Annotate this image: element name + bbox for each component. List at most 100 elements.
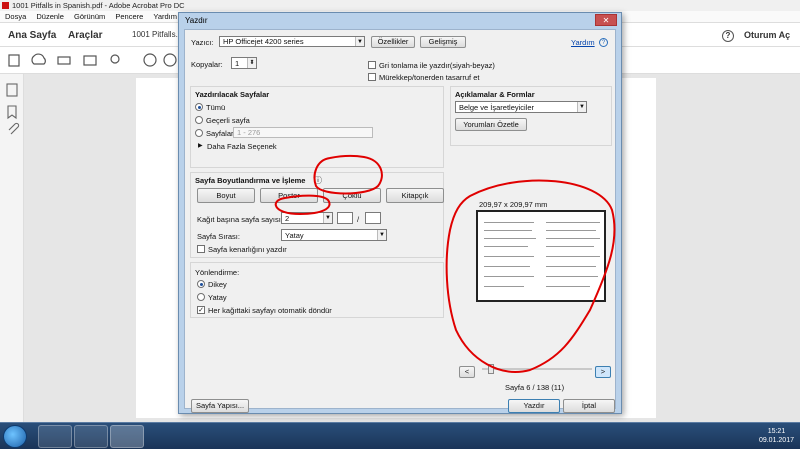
close-icon[interactable]: ✕ <box>595 14 617 26</box>
acrobat-icon <box>2 2 9 9</box>
summarize-comments-button[interactable]: Yorumları Özetle <box>455 118 527 131</box>
search-icon <box>110 54 120 64</box>
preview-text-line <box>484 266 530 267</box>
preview-text-line <box>546 256 600 257</box>
comments-section-title: Açıklamalar & Formlar <box>455 90 535 99</box>
prev-page-button[interactable]: < <box>459 366 475 378</box>
copies-input[interactable]: 1 ⬍ <box>231 57 257 69</box>
preview-page-label: Sayfa 6 / 138 (11) <box>505 383 565 392</box>
copies-label: Kopyalar: <box>191 60 223 69</box>
orientation-section-title: Yönlendirme: <box>195 268 240 277</box>
help-icon[interactable]: ? <box>599 38 608 47</box>
preview-text-line <box>484 222 534 223</box>
comments-select[interactable]: Belge ve İşaretleyiciler ▼ <box>455 101 587 113</box>
properties-button[interactable]: Özellikler <box>371 36 415 48</box>
page-range-input[interactable]: 1 - 276 <box>233 127 373 138</box>
thumbnails-icon <box>6 83 18 97</box>
sign-in-link[interactable]: Oturum Aç <box>744 30 790 40</box>
autorotate-label: Her kağıttaki sayfayı otomatik döndür <box>208 306 332 315</box>
ink-save-checkbox[interactable] <box>368 73 376 81</box>
advanced-button[interactable]: Gelişmiş <box>420 36 466 48</box>
file-explorer-icon[interactable] <box>38 425 72 448</box>
toolbar-icons <box>8 53 177 67</box>
page-setup-button[interactable]: Sayfa Yapısı... <box>191 399 249 413</box>
multiple-button[interactable]: Çoklu <box>323 188 381 203</box>
preview-text-line <box>546 222 600 223</box>
preview-text-line <box>484 286 524 287</box>
grayscale-checkbox[interactable] <box>368 61 376 69</box>
copies-value: 1 <box>235 59 240 68</box>
preview-text-line <box>546 286 590 287</box>
clock[interactable]: 15:21 09.01.2017 <box>759 427 794 445</box>
rows-input[interactable] <box>365 212 381 224</box>
printer-label: Yazıcı: <box>191 38 214 47</box>
cloud-upload-icon <box>31 53 46 65</box>
pages-per-sheet-value: 2 <box>285 214 290 223</box>
menu-file[interactable]: Dosya <box>5 12 26 21</box>
menu-view[interactable]: Görünüm <box>74 12 105 21</box>
chevron-down-icon: ▼ <box>377 230 386 240</box>
help-link[interactable]: Yardım <box>571 38 595 47</box>
printer-select[interactable]: HP Officejet 4200 series ▼ <box>219 36 365 47</box>
navigation-pane <box>0 74 24 422</box>
print-button[interactable]: Yazdır <box>508 399 560 413</box>
sizing-section-title: Sayfa Boyutlandırma ve İşleme <box>195 176 306 185</box>
print-preview <box>476 210 606 302</box>
preview-text-line <box>484 276 534 277</box>
preview-text-line <box>546 230 596 231</box>
preview-text-line <box>546 246 594 247</box>
bookmark-icon <box>7 105 17 120</box>
page-order-select[interactable]: Yatay ▼ <box>281 229 387 241</box>
menu-edit[interactable]: Düzenle <box>36 12 64 21</box>
size-button[interactable]: Boyut <box>197 188 255 203</box>
poster-button[interactable]: Poster <box>260 188 318 203</box>
pages-per-sheet-select[interactable]: 2 ▼ <box>281 212 333 224</box>
booklet-button[interactable]: Kitapçık <box>386 188 444 203</box>
tab-document[interactable]: 1001 Pitfalls... <box>132 30 182 39</box>
page-down-icon <box>163 53 177 67</box>
page-slider[interactable] <box>482 368 592 370</box>
current-page-radio[interactable] <box>195 116 203 124</box>
page-range-label: Sayfalar <box>206 129 234 138</box>
page-up-icon <box>143 53 157 67</box>
preview-text-line <box>546 276 598 277</box>
more-options-link[interactable]: Daha Fazla Seçenek <box>207 142 277 151</box>
autorotate-checkbox[interactable]: ✓ <box>197 306 205 314</box>
columns-input[interactable] <box>337 212 353 224</box>
preview-text-line <box>484 230 532 231</box>
time: 15:21 <box>767 428 786 435</box>
comments-value: Belge ve İşaretleyiciler <box>459 103 535 112</box>
info-icon[interactable]: ⓘ <box>314 175 322 186</box>
stepper-icon[interactable]: ⬍ <box>247 58 256 68</box>
screen: 1001 Pitfalls in Spanish.pdf - Adobe Acr… <box>0 0 800 449</box>
print-icon <box>57 56 71 65</box>
preview-text-line <box>546 266 596 267</box>
preview-size-label: 209,97 x 209,97 mm <box>479 200 548 209</box>
slider-thumb[interactable] <box>488 364 494 374</box>
dialog-body: Yazıcı: HP Officejet 4200 series ▼ Özelli… <box>184 29 616 413</box>
current-page-label: Geçerli sayfa <box>206 116 250 125</box>
print-border-checkbox[interactable] <box>197 245 205 253</box>
next-page-button[interactable]: > <box>595 366 611 378</box>
tab-tools[interactable]: Araçlar <box>68 30 102 41</box>
start-button[interactable] <box>3 425 27 448</box>
page-order-value: Yatay <box>285 231 304 240</box>
menu-window[interactable]: Pencere <box>115 12 143 21</box>
preview-text-line <box>484 238 536 239</box>
expand-triangle-icon[interactable]: ▶ <box>198 142 203 149</box>
chrome-icon[interactable] <box>74 425 108 448</box>
help-icon[interactable]: ? <box>722 30 734 42</box>
acrobat-taskbar-icon[interactable] <box>110 425 144 448</box>
all-pages-radio[interactable] <box>195 103 203 111</box>
mail-icon <box>83 55 97 66</box>
all-pages-label: Tümü <box>206 103 226 112</box>
save-icon <box>8 54 20 67</box>
preview-text-line <box>484 256 534 257</box>
menu-help[interactable]: Yardım <box>153 12 177 21</box>
window-title: 1001 Pitfalls in Spanish.pdf - Adobe Acr… <box>12 1 185 10</box>
portrait-radio[interactable] <box>197 280 205 288</box>
landscape-radio[interactable] <box>197 293 205 301</box>
page-range-radio[interactable] <box>195 129 203 137</box>
cancel-button[interactable]: İptal <box>563 399 615 413</box>
tab-home[interactable]: Ana Sayfa <box>8 30 56 41</box>
